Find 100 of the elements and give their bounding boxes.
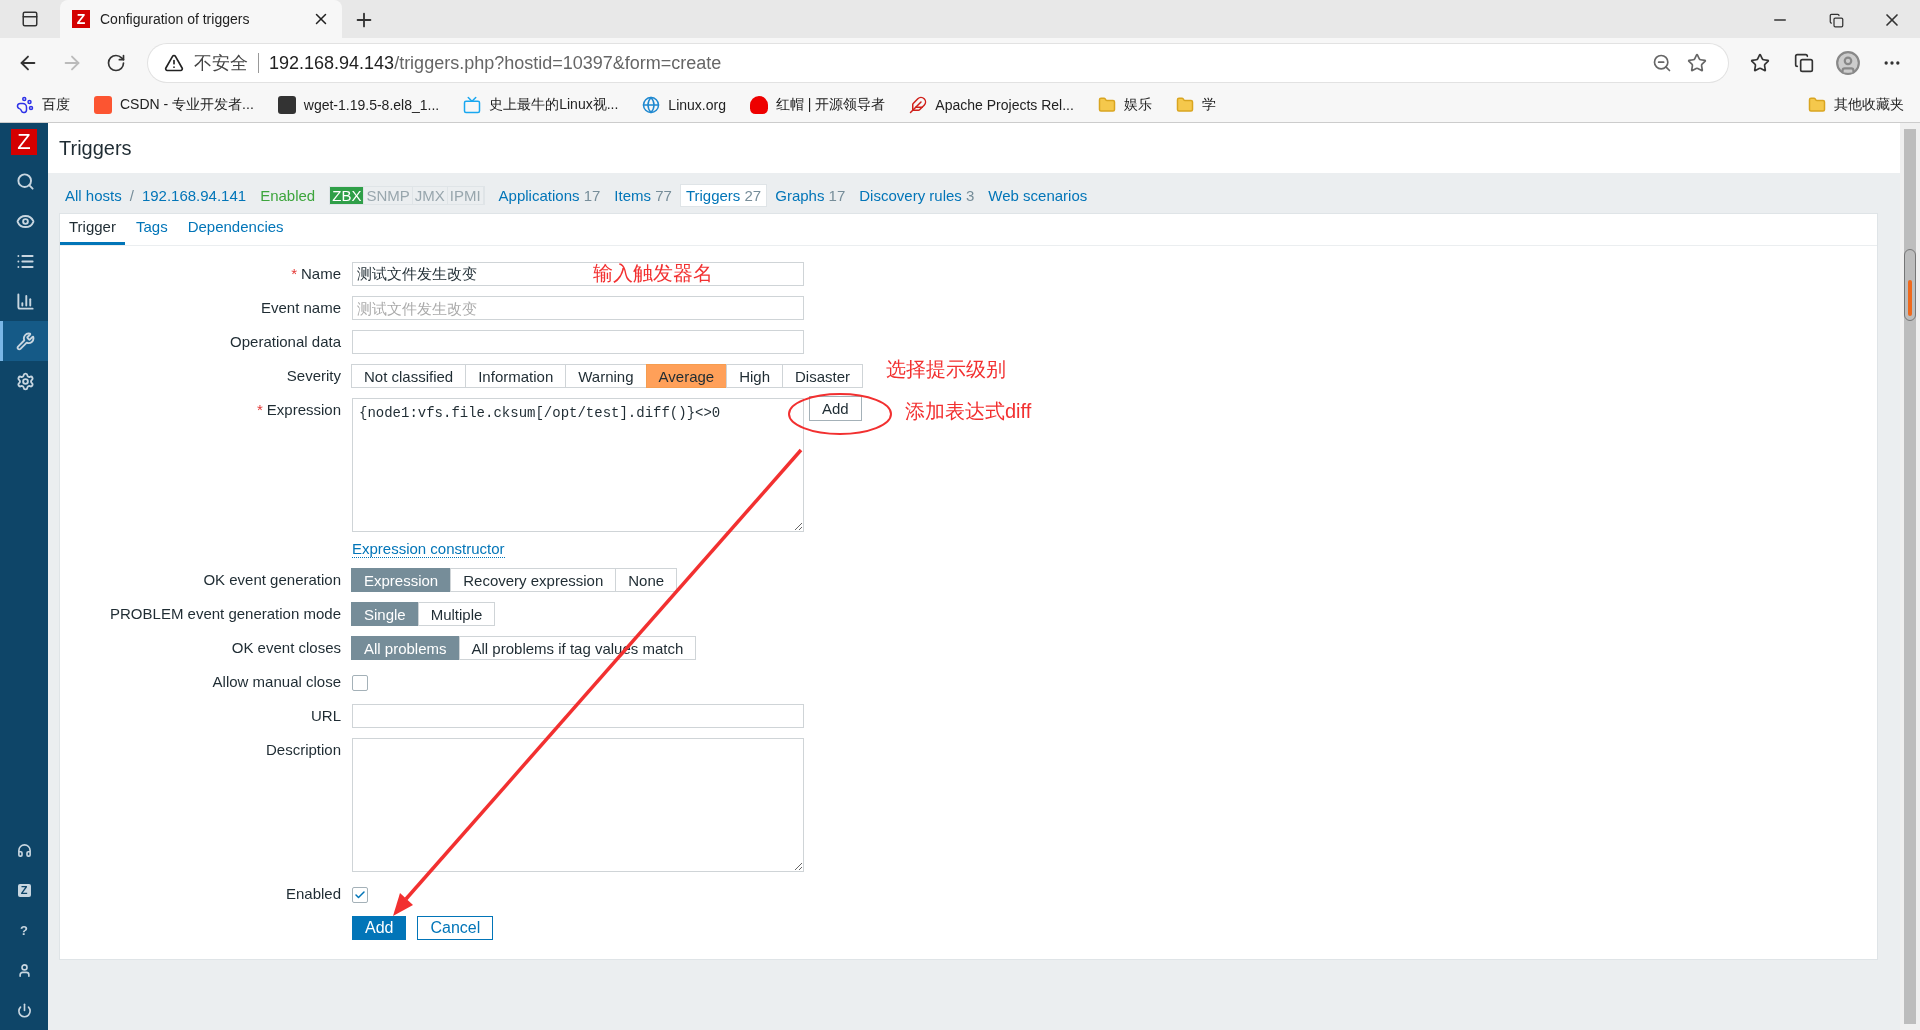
bookmark[interactable]: 红帽 | 开源领导者 [775, 96, 886, 114]
segment-button[interactable]: Warning [565, 364, 647, 388]
folder-icon [1097, 96, 1116, 114]
paw-icon [16, 96, 34, 114]
wrench-icon [16, 331, 35, 351]
required-asterisk: * [291, 264, 297, 284]
bookmark[interactable]: CSDN - 专业开发者... [120, 96, 254, 114]
annotation-text: 输入触发器名 [593, 261, 713, 286]
segment-button[interactable]: Disaster [782, 364, 864, 388]
availability-tag: SNMP [364, 186, 413, 204]
field-label: PROBLEM event generation mode [110, 604, 341, 624]
host-status: Enabled [260, 186, 316, 204]
bookmark[interactable]: 百度 [42, 96, 70, 114]
expression-field[interactable]: {node1:vfs.file.cksum[/opt/test].diff()}<>0 [352, 398, 804, 532]
bookmark[interactable]: Apache Projects Rel... [935, 97, 1074, 113]
segment-button[interactable]: High [726, 364, 784, 388]
field-label: OK event closes [231, 638, 341, 658]
annotation-text: 添加表达式diff [905, 399, 1032, 424]
share-icon[interactable]: Z [17, 883, 31, 897]
reload-icon[interactable] [106, 53, 126, 73]
help-icon[interactable]: ? [20, 922, 28, 938]
bookmark[interactable]: Linux.org [668, 97, 726, 113]
bookmark-icon [94, 96, 112, 114]
logo[interactable]: Z [11, 129, 37, 155]
feather-icon [909, 96, 928, 114]
availability-tag: IPMI [447, 186, 484, 204]
sidebar-item[interactable] [0, 321, 48, 361]
availability-tag: ZBX [330, 186, 365, 204]
segment-button[interactable]: None [615, 568, 678, 592]
text-field[interactable] [352, 704, 804, 728]
folder-icon [1808, 96, 1826, 114]
hat-icon [749, 96, 768, 114]
segment-button[interactable]: Not classified [351, 364, 467, 388]
page-title: Triggers [59, 136, 132, 160]
field-label: Severity [286, 366, 341, 386]
breadcrumb-link[interactable]: 192.168.94.141 [141, 186, 247, 204]
annotation-text: 选择提示级别 [886, 357, 1006, 382]
host-nav-link[interactable]: Triggers 27 [679, 183, 768, 207]
cancel-button[interactable]: Cancel [417, 916, 494, 940]
profile-icon[interactable] [1835, 50, 1861, 76]
favorite-icon[interactable] [1687, 53, 1707, 73]
settings-icon [16, 371, 35, 391]
headphones-icon[interactable] [16, 842, 32, 858]
restore-icon[interactable] [1828, 12, 1844, 28]
availability-tag: JMX [412, 186, 448, 204]
host-nav-link[interactable]: Graphs 17 [769, 183, 852, 207]
breadcrumb-link[interactable]: All hosts [65, 186, 122, 204]
field-label: Event name [260, 298, 341, 318]
bookmark[interactable]: 娱乐 [1123, 96, 1152, 114]
checkbox[interactable] [352, 887, 368, 903]
folder-icon [1175, 96, 1194, 114]
host-nav-link[interactable]: Items 77 [608, 183, 678, 207]
field-label: Expression [266, 400, 341, 420]
host-nav-link[interactable]: Applications 17 [492, 183, 607, 207]
favicon: Z [72, 10, 90, 28]
breadcrumb-separator: / [129, 186, 134, 204]
bookmark[interactable]: 其他收藏夹 [1834, 96, 1904, 114]
zoom-out-icon[interactable] [1652, 53, 1672, 73]
check-icon [354, 889, 366, 901]
segment-button[interactable]: Recovery expression [450, 568, 617, 592]
url-text: 192.168.94.143/triggers.php?hostid=10397&form=create [269, 52, 722, 74]
checkbox[interactable] [352, 675, 368, 691]
tab[interactable]: Tags [126, 214, 177, 245]
expression-constructor-link[interactable]: Expression constructor [352, 540, 505, 558]
collections-icon[interactable] [1794, 53, 1814, 73]
user-icon[interactable] [16, 962, 32, 978]
segment-button[interactable]: Information [465, 364, 567, 388]
bookmark-icon [277, 96, 296, 114]
add-button[interactable]: Add [352, 916, 407, 940]
field-label: Allow manual close [212, 672, 341, 692]
tab[interactable]: Trigger [60, 214, 125, 245]
add-button[interactable]: Add [809, 396, 862, 421]
tv-icon [463, 96, 482, 114]
globe-icon [642, 96, 661, 114]
text-field[interactable] [352, 330, 804, 354]
address-bar[interactable]: 不安全 192.168.94.143/triggers.php?hostid=10397&form=create [148, 44, 1728, 82]
bookmark[interactable]: 学 [1201, 96, 1216, 114]
tab[interactable]: Dependencies [178, 214, 293, 245]
field-label: Name [301, 264, 341, 284]
segment-button[interactable]: Average [645, 364, 728, 388]
bar-chart-icon [16, 291, 35, 311]
field-label: Description [265, 740, 341, 760]
tab-actions-icon[interactable] [21, 10, 39, 28]
field-label: Enabled [285, 884, 341, 904]
bookmark[interactable]: 史上最牛的Linux视... [489, 96, 619, 114]
host-nav-link[interactable]: Web scenarios [982, 183, 1094, 207]
segment-button[interactable]: Multiple [417, 602, 496, 626]
field-label: URL [311, 706, 341, 726]
host-nav-link[interactable]: Discovery rules 3 [853, 183, 981, 207]
power-icon[interactable] [16, 1002, 32, 1018]
warning-icon [164, 53, 184, 73]
favorites-icon[interactable] [1750, 53, 1770, 73]
security-label: 不安全 [194, 52, 248, 75]
text-field[interactable]: 测试文件发生改变 [352, 296, 804, 320]
search-icon [16, 171, 35, 191]
field-label: OK event generation [203, 570, 341, 590]
description-field[interactable] [352, 738, 804, 872]
browser-tab[interactable]: Z Configuration of triggers [60, 0, 342, 38]
bookmark[interactable]: wget-1.19.5-8.el8_1... [303, 97, 440, 113]
scrollbar[interactable] [1900, 123, 1920, 1030]
